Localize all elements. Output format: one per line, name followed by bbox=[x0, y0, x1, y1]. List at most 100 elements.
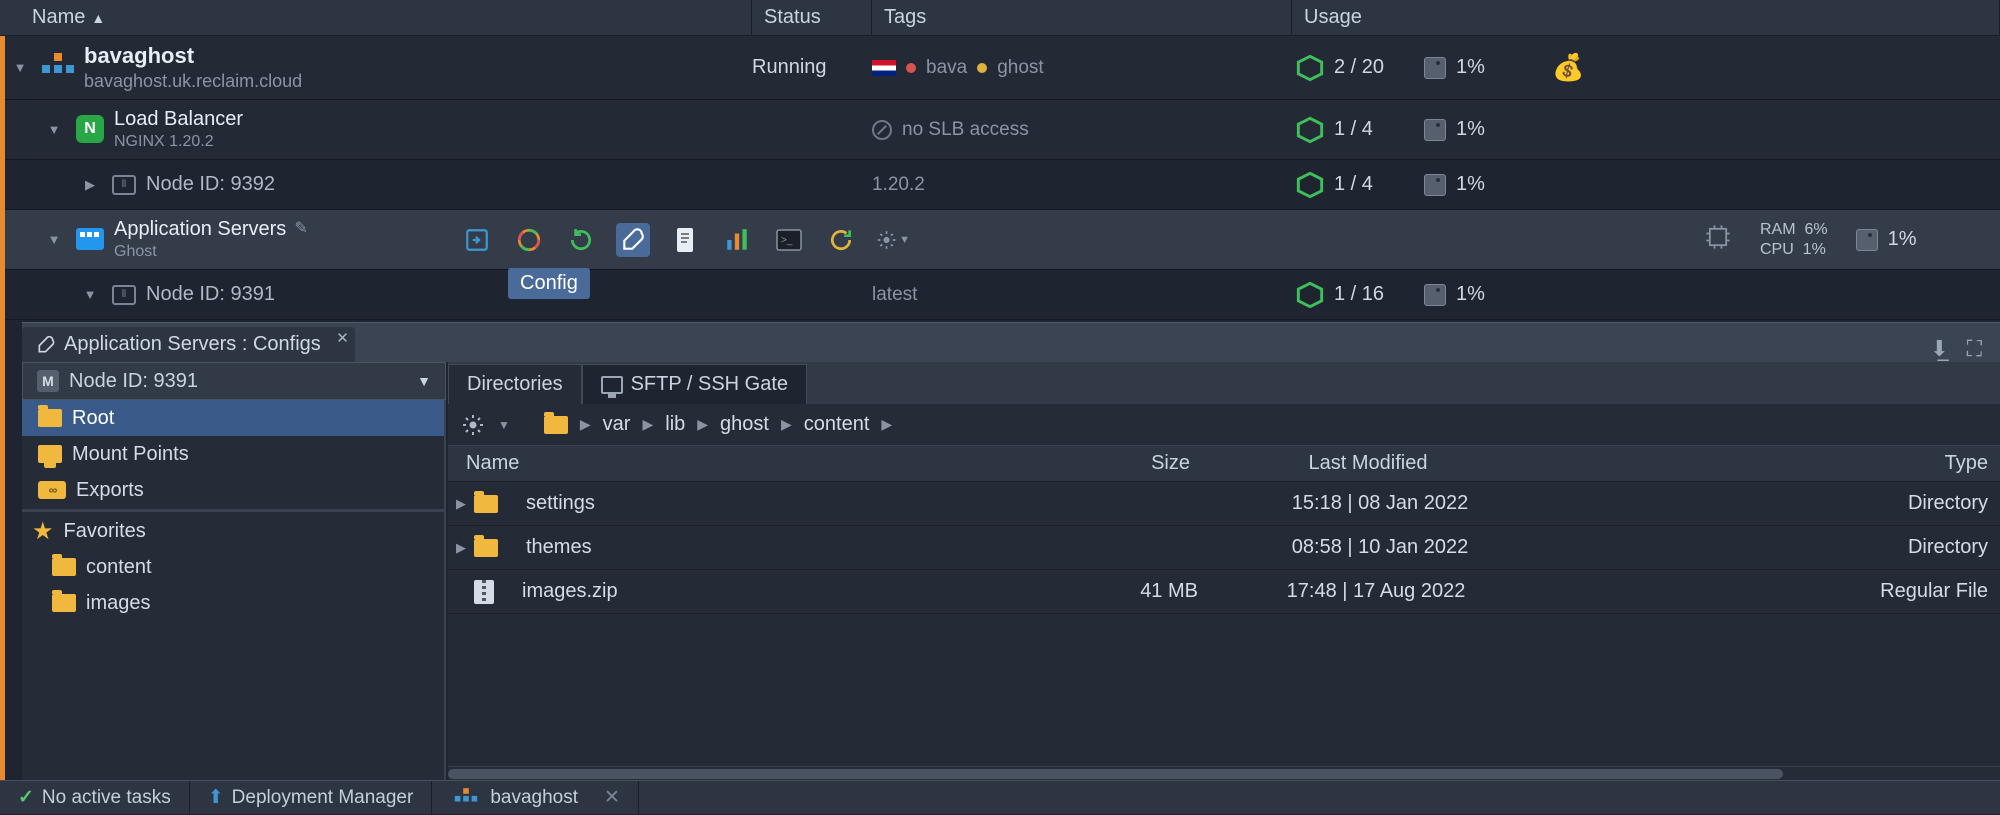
additionally-icon[interactable]: ▼ bbox=[876, 223, 910, 257]
chevron-right-icon: ▶ bbox=[642, 416, 653, 433]
expand-icon[interactable]: ▼ bbox=[78, 287, 102, 302]
col-status[interactable]: Status bbox=[752, 0, 872, 35]
status-deployment[interactable]: ⬆Deployment Manager bbox=[190, 781, 433, 815]
tab-sftp[interactable]: SFTP / SSH Gate bbox=[582, 364, 807, 404]
app-stack: Ghost bbox=[114, 242, 308, 263]
svg-text:>_: >_ bbox=[781, 235, 793, 246]
lb-node-row[interactable]: ▶ ⦀ Node ID: 9392 1.20.2 1 / 4 1% bbox=[0, 160, 2000, 210]
disk-icon bbox=[1424, 284, 1446, 306]
folder-icon bbox=[52, 558, 76, 576]
config-panel-bar: Application Servers : Configs ✕ ⬇̲ ⛶ bbox=[22, 322, 2000, 362]
breadcrumb-seg[interactable]: content bbox=[804, 413, 870, 436]
node-version: 1.20.2 bbox=[872, 174, 925, 196]
cloudlet-icon bbox=[1296, 171, 1324, 199]
col-tags[interactable]: Tags bbox=[872, 0, 1292, 35]
close-icon[interactable]: ✕ bbox=[604, 786, 620, 809]
app-servers-row[interactable]: ▼ Application Servers✎ Ghost >_ ▼ RAM 6%… bbox=[0, 210, 2000, 270]
breadcrumb-seg[interactable]: ghost bbox=[720, 413, 769, 436]
file-row[interactable]: images.zip 41 MB 17:48 | 17 Aug 2022 Reg… bbox=[448, 570, 2000, 614]
breadcrumb-seg[interactable]: lib bbox=[665, 413, 685, 436]
status-env-tab[interactable]: bavaghost ✕ bbox=[432, 781, 639, 815]
edit-icon[interactable]: ✎ bbox=[294, 219, 307, 240]
lb-version: NGINX 1.20.2 bbox=[114, 132, 243, 153]
chevron-right-icon: ▶ bbox=[697, 416, 708, 433]
terminal-icon bbox=[601, 376, 623, 394]
breadcrumb: ▼ ▶ var ▶ lib ▶ ghost ▶ content ▶ bbox=[448, 404, 2000, 446]
chevron-down-icon[interactable]: ▼ bbox=[498, 418, 510, 432]
config-panel-tab[interactable]: Application Servers : Configs ✕ bbox=[22, 327, 355, 362]
col-file-size[interactable]: Size bbox=[1068, 452, 1238, 475]
docker-icon bbox=[76, 228, 104, 250]
folder-icon bbox=[474, 495, 498, 513]
sidebar-item-content[interactable]: content bbox=[22, 549, 444, 585]
flag-uk-icon bbox=[872, 60, 896, 76]
log-icon[interactable] bbox=[668, 223, 702, 257]
node-id: Node ID: 9391 bbox=[146, 283, 275, 306]
zip-icon bbox=[474, 580, 494, 604]
expand-icon[interactable]: ▼ bbox=[8, 60, 32, 75]
statistics-icon[interactable] bbox=[720, 223, 754, 257]
forbidden-icon bbox=[872, 120, 892, 140]
config-sidebar: Root Mount Points ∞Exports ★Favorites co… bbox=[22, 400, 446, 780]
sidebar-item-mount[interactable]: Mount Points bbox=[22, 436, 444, 472]
disk-icon bbox=[1856, 229, 1878, 251]
gear-icon[interactable] bbox=[460, 412, 486, 438]
folder-icon[interactable] bbox=[544, 416, 568, 434]
expand-icon[interactable]: ▼ bbox=[42, 122, 66, 137]
chevron-right-icon: ▶ bbox=[580, 416, 591, 433]
env-status: Running bbox=[752, 56, 872, 79]
app-node-row[interactable]: ▼ ⦀ Node ID: 9391 latest 1 / 16 1% bbox=[0, 270, 2000, 320]
mount-icon bbox=[38, 445, 62, 463]
env-row[interactable]: ▼ bavaghost bavaghost.uk.reclaim.cloud R… bbox=[0, 36, 2000, 100]
node-icon: ⦀ bbox=[112, 285, 136, 305]
folder-icon bbox=[52, 594, 76, 612]
addons-icon[interactable] bbox=[512, 223, 546, 257]
upload-icon: ⬆ bbox=[208, 786, 224, 809]
sidebar-item-exports[interactable]: ∞Exports bbox=[22, 472, 444, 508]
status-bar: ✓No active tasks ⬆Deployment Manager bav… bbox=[0, 780, 2000, 814]
folder-icon bbox=[38, 409, 62, 427]
redeploy-icon[interactable] bbox=[824, 223, 858, 257]
folder-icon bbox=[474, 539, 498, 557]
expand-icon[interactable]: ▶ bbox=[448, 496, 474, 512]
load-balancer-row[interactable]: ▼ N Load Balancer NGINX 1.20.2 no SLB ac… bbox=[0, 100, 2000, 160]
restart-icon[interactable] bbox=[564, 223, 598, 257]
env-title: bavaghost bbox=[84, 42, 302, 71]
file-row[interactable]: ▶ settings 15:18 | 08 Jan 2022 Directory bbox=[448, 482, 2000, 526]
chevron-right-icon: ▶ bbox=[781, 416, 792, 433]
maximize-icon[interactable]: ⛶ bbox=[1967, 336, 1982, 362]
close-icon[interactable]: ✕ bbox=[336, 329, 349, 347]
col-usage[interactable]: Usage bbox=[1292, 0, 2000, 35]
file-row[interactable]: ▶ themes 08:58 | 10 Jan 2022 Directory bbox=[448, 526, 2000, 570]
env-tags: bava ghost bbox=[872, 57, 1292, 79]
sort-asc-icon: ▲ bbox=[91, 10, 105, 26]
col-name[interactable]: Name▲ bbox=[0, 0, 752, 35]
tab-directories[interactable]: Directories bbox=[448, 364, 582, 404]
sidebar-item-favorites[interactable]: ★Favorites bbox=[22, 513, 444, 549]
node-selector[interactable]: M Node ID: 9391 ▼ bbox=[22, 362, 446, 400]
disk-icon bbox=[1424, 119, 1446, 141]
status-tasks[interactable]: ✓No active tasks bbox=[0, 781, 190, 815]
wrench-icon bbox=[36, 335, 56, 355]
environment-icon bbox=[42, 53, 74, 81]
environment-icon bbox=[455, 788, 477, 808]
expand-icon[interactable]: ▶ bbox=[448, 540, 474, 556]
web-ssh-icon[interactable]: >_ bbox=[772, 223, 806, 257]
expand-icon[interactable]: ▶ bbox=[78, 177, 102, 193]
expand-icon[interactable]: ▼ bbox=[42, 232, 66, 247]
col-file-name[interactable]: Name bbox=[448, 452, 1068, 475]
breadcrumb-seg[interactable]: var bbox=[603, 413, 631, 436]
col-file-modified[interactable]: Last Modified bbox=[1238, 452, 1498, 475]
download-icon[interactable]: ⬇̲ bbox=[1930, 336, 1948, 362]
col-file-type[interactable]: Type bbox=[1498, 452, 2000, 475]
chevron-right-icon: ▶ bbox=[881, 416, 892, 433]
node-id: Node ID: 9392 bbox=[146, 173, 275, 196]
deploy-icon[interactable] bbox=[460, 223, 494, 257]
sidebar-item-root[interactable]: Root bbox=[22, 400, 444, 436]
dot-icon bbox=[977, 63, 987, 73]
horizontal-scrollbar[interactable] bbox=[448, 766, 2000, 780]
config-icon[interactable] bbox=[616, 223, 650, 257]
money-bag-icon[interactable]: 💰 bbox=[1552, 52, 1584, 83]
env-table-header: Name▲ Status Tags Usage bbox=[0, 0, 2000, 36]
sidebar-item-images[interactable]: images bbox=[22, 585, 444, 621]
